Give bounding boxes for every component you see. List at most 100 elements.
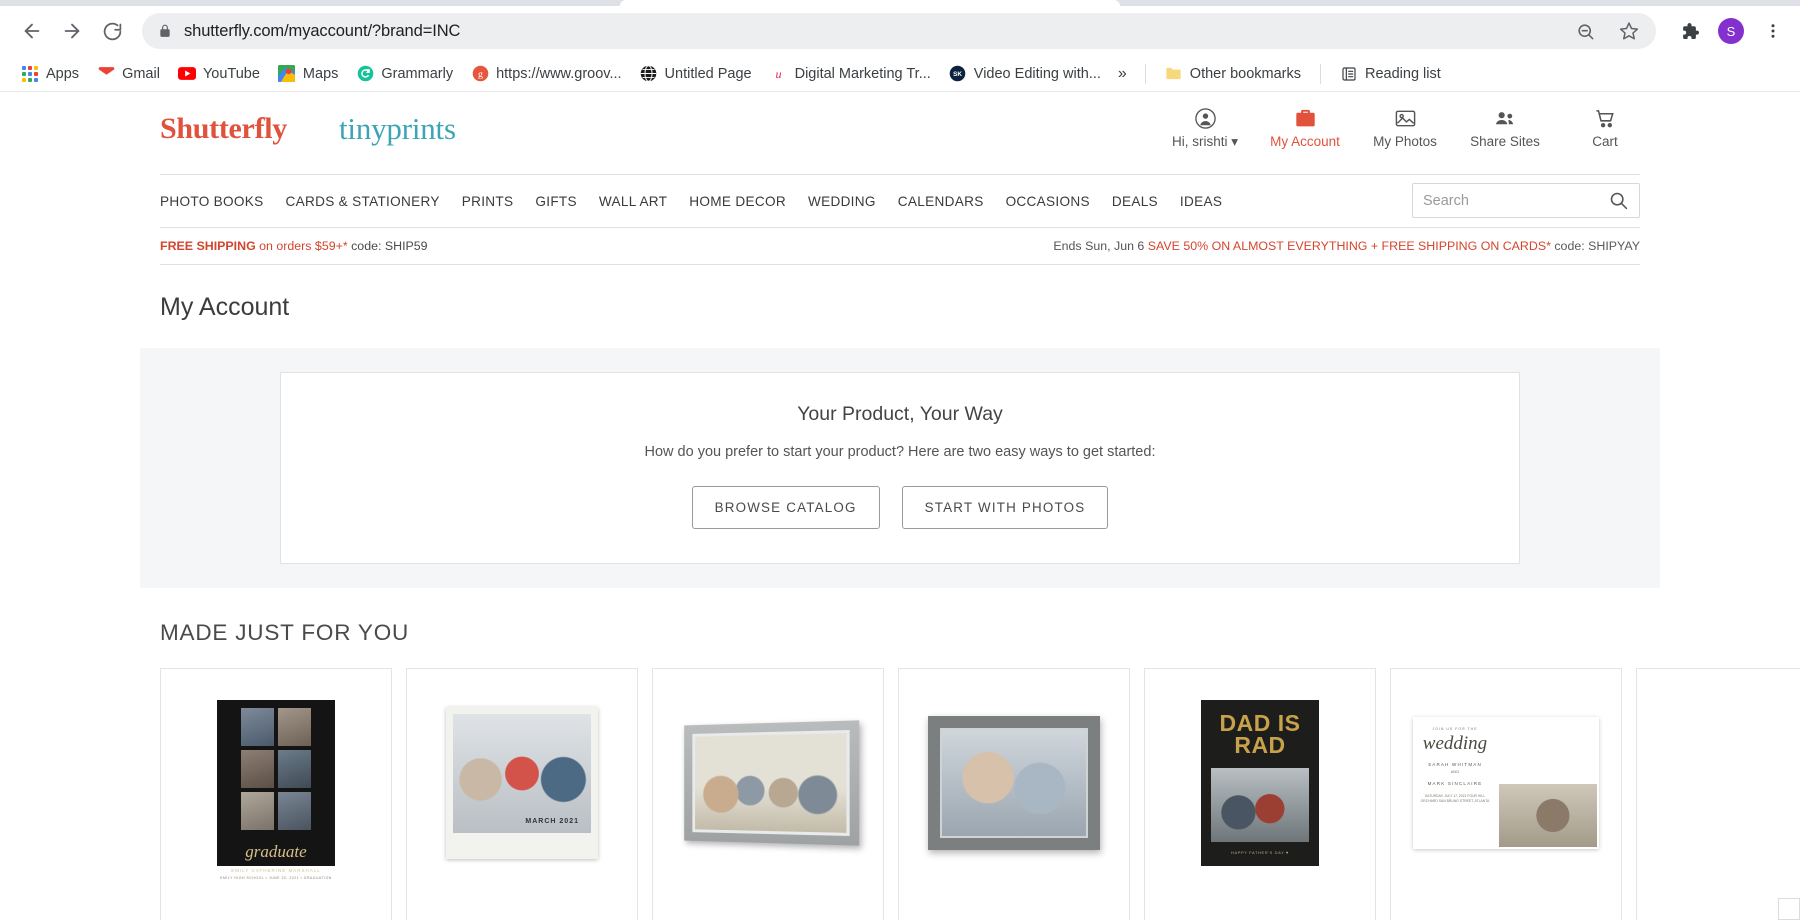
nav-item-wedding[interactable]: WEDDING [808,194,876,209]
bookmarks-divider [1144,63,1146,84]
bookmark-star-icon[interactable] [1616,18,1642,44]
address-bar[interactable]: shutterfly.com/myaccount/?brand=INC [142,13,1656,49]
folder-icon [1165,65,1183,83]
photo-icon [1394,106,1417,130]
account-my-account-label: My Account [1270,134,1340,149]
user-circle-icon [1194,106,1217,130]
bookmark-apps[interactable]: Apps [12,61,88,87]
nav-item-wall-art[interactable]: WALL ART [599,194,667,209]
reload-icon[interactable] [94,13,130,49]
nav-item-photo-books[interactable]: PHOTO BOOKS [160,194,264,209]
nav-item-occasions[interactable]: OCCASIONS [1006,194,1090,209]
bookmark-youtube[interactable]: YouTube [169,61,269,87]
tinyprints-logo[interactable]: tinyprints [339,111,456,147]
account-my-photos[interactable]: My Photos [1370,106,1440,149]
search-input[interactable] [1423,192,1608,209]
grad-name-text: EMILY CATHERINE MARSHALL [231,868,321,873]
bookmark-label: Digital Marketing Tr... [794,65,931,82]
product-tile[interactable]: Canvas Prints [898,668,1130,920]
active-tab[interactable] [620,0,1120,6]
briefcase-icon [1294,106,1317,130]
account-share-sites-label: Share Sites [1470,134,1540,149]
product-thumbnail [653,683,883,883]
page-viewport: Shutterfly tinyprints Hi, srishti ▾ My A… [0,92,1800,920]
nav-item-cards-stationery[interactable]: CARDS & STATIONERY [286,194,440,209]
product-tiles-row: graduate EMILY CATHERINE MARSHALL EMILY … [0,646,1800,920]
grad-detail-text: EMILY HIGH SCHOOL • JUNE 20, 2021 • GRAD… [220,876,332,880]
chevron-down-icon[interactable]: ▾ [1231,134,1238,149]
bookmark-untitled-page[interactable]: Untitled Page [631,61,761,87]
maps-icon [278,65,296,83]
grammarly-icon [356,65,374,83]
reading-list-button[interactable]: Reading list [1331,61,1450,87]
wedding-name2-text: MARK SINCLAIRE [1427,781,1483,786]
account-cart[interactable]: Cart [1570,106,1640,149]
promo-banner: FREE SHIPPING on orders $59+* code: SHIP… [160,227,1640,265]
product-tile[interactable]: graduate EMILY CATHERINE MARSHALL EMILY … [160,668,392,920]
product-tile[interactable]: JOIN US FOR THE wedding SARAH WHITMAN AN… [1390,668,1622,920]
bookmark-label: Grammarly [381,65,454,82]
extensions-puzzle-icon[interactable] [1676,18,1702,44]
nav-item-gifts[interactable]: GIFTS [535,194,577,209]
bookmarks-overflow-icon[interactable]: » [1110,61,1135,87]
svg-text:g: g [478,69,483,80]
product-tile[interactable]: MARCH 2021 Photo Tiles [406,668,638,920]
account-my-account[interactable]: My Account [1270,106,1340,149]
promo-left[interactable]: FREE SHIPPING on orders $59+* code: SHIP… [160,239,428,253]
lock-icon [158,24,172,38]
product-thumbnail: JOIN US FOR THE wedding SARAH WHITMAN AN… [1391,683,1621,883]
grad-script-text: graduate [245,842,307,861]
reading-list-icon [1340,65,1358,83]
zoom-out-icon[interactable] [1572,18,1598,44]
bookmark-video-editing[interactable]: SK Video Editing with... [940,61,1110,87]
globe-icon [640,65,658,83]
other-bookmarks-folder[interactable]: Other bookmarks [1156,61,1310,87]
promo-card-subheading: How do you prefer to start your product?… [644,444,1156,460]
reading-list-label: Reading list [1365,65,1441,82]
dad-line2-text: RAD [1234,732,1286,758]
account-greeting[interactable]: Hi, srishti ▾ [1170,106,1240,150]
account-cart-label: Cart [1592,134,1618,149]
bookmark-digital-marketing[interactable]: u Digital Marketing Tr... [761,61,940,87]
bookmark-groove[interactable]: g https://www.groov... [462,61,630,87]
tab-strip [0,0,1800,6]
apps-grid-icon [21,65,39,83]
nav-item-home-decor[interactable]: HOME DECOR [689,194,786,209]
product-tile[interactable]: DAD IS RAD HAPPY FATHER'S DAY ♥ Father's… [1144,668,1376,920]
dad-line1-text: DAD IS [1219,710,1301,736]
browse-catalog-button[interactable]: BROWSE CATALOG [691,486,880,529]
nav-item-ideas[interactable]: IDEAS [1180,194,1222,209]
wedding-kicker-text: JOIN US FOR THE [1432,727,1478,731]
promo-free-shipping-label: FREE SHIPPING [160,239,256,253]
account-share-sites[interactable]: Share Sites [1470,106,1540,149]
account-icons: Hi, srishti ▾ My Account My Photos Share… [1170,106,1640,150]
bookmark-label: Maps [302,65,339,82]
main-navigation: PHOTO BOOKS CARDS & STATIONERY PRINTS GI… [0,175,1800,227]
product-tile[interactable]: Easel Back Canvas [652,668,884,920]
bookmark-gmail[interactable]: Gmail [88,61,169,87]
nav-item-calendars[interactable]: CALENDARS [898,194,984,209]
wedding-details-text: SATURDAY, JULY 17, 2021 FOUR HILL ORCHAR… [1420,794,1490,803]
product-tile-partial[interactable] [1636,668,1800,920]
start-with-photos-button[interactable]: START WITH PHOTOS [901,486,1109,529]
chrome-menu-icon[interactable] [1760,18,1786,44]
scroll-corner[interactable] [1778,898,1800,920]
promo-end-date: Ends Sun, Jun 6 [1053,239,1148,253]
bookmarks-bar: Apps Gmail YouTube Maps Grammarly g http… [0,56,1800,92]
profile-avatar[interactable]: S [1718,18,1744,44]
nav-item-deals[interactable]: DEALS [1112,194,1158,209]
udemy-icon: u [770,65,788,83]
back-icon[interactable] [14,13,50,49]
nav-item-prints[interactable]: PRINTS [462,194,514,209]
bookmark-maps[interactable]: Maps [269,61,347,87]
bookmark-label: YouTube [202,65,260,82]
easel-canvas-art [684,720,860,846]
fathers-day-card-art: DAD IS RAD HAPPY FATHER'S DAY ♥ [1201,700,1319,866]
forward-icon[interactable] [54,13,90,49]
bookmark-grammarly[interactable]: Grammarly [347,61,462,87]
browser-toolbar: shutterfly.com/myaccount/?brand=INC S [0,6,1800,56]
promo-right[interactable]: Ends Sun, Jun 6 SAVE 50% ON ALMOST EVERY… [1053,239,1640,253]
shutterfly-logo[interactable]: Shutterfly [160,112,287,146]
search-box[interactable] [1412,183,1640,218]
search-icon[interactable] [1608,190,1629,211]
